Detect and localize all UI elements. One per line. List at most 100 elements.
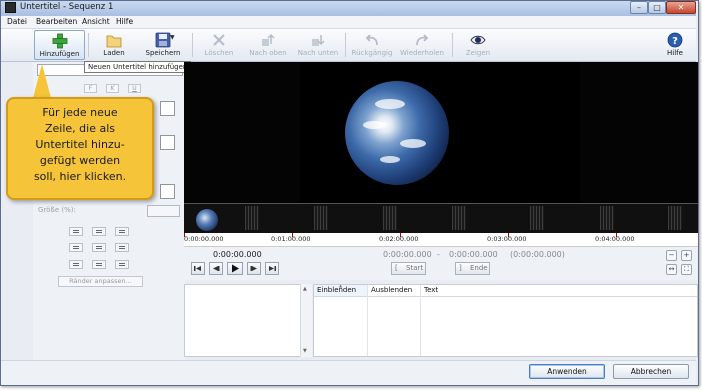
arrow-up-icon	[260, 32, 276, 48]
fit-screen-icon[interactable]: ⛶	[681, 264, 692, 275]
start-time: 0:00:00.000	[383, 250, 432, 259]
step-forward-button[interactable]	[247, 262, 261, 275]
eye-icon	[470, 32, 486, 48]
film-frame	[383, 206, 397, 230]
italic-button[interactable]: K	[106, 84, 119, 93]
apply-button[interactable]: Anwenden	[529, 364, 605, 379]
list-scrollbar[interactable]: ▲ ▼	[300, 284, 312, 357]
text-color-swatch[interactable]	[160, 101, 175, 116]
save-button[interactable]: Speichern	[140, 30, 186, 60]
menu-ansicht[interactable]: Ansicht	[82, 17, 110, 26]
step-back-icon	[213, 266, 220, 271]
move-up-button[interactable]: Nach oben	[246, 30, 290, 60]
column-header-text[interactable]: Text	[421, 285, 697, 297]
folder-icon	[106, 32, 122, 48]
window-title: Untertitel - Sequenz 1	[20, 2, 114, 12]
film-frame	[600, 206, 614, 230]
toolbar-separator	[192, 33, 193, 57]
toolbar-separator	[452, 33, 453, 57]
menu-datei[interactable]: Datei	[7, 17, 27, 26]
align-middle-right-button[interactable]	[115, 243, 129, 252]
subtitle-preview-list[interactable]	[184, 284, 312, 357]
plus-icon	[52, 33, 68, 49]
fit-width-icon[interactable]: ↔	[666, 264, 677, 275]
ruler-label: 0:00:00.000	[184, 235, 224, 243]
skip-to-end-button[interactable]	[265, 262, 279, 275]
earth-image	[345, 81, 449, 185]
thumbnail-earth	[196, 209, 218, 231]
skip-start-icon	[194, 266, 201, 271]
minimize-button[interactable]: –	[630, 1, 648, 14]
fit-margins-button[interactable]: Ränder anpassen...	[58, 276, 143, 287]
help-button[interactable]: ? Hilfe	[660, 30, 690, 60]
align-bottom-right-button[interactable]	[115, 260, 129, 269]
scroll-down-icon[interactable]: ▼	[303, 348, 307, 354]
set-start-button[interactable]: [ Start	[391, 262, 426, 275]
delete-button[interactable]: Löschen	[198, 30, 240, 60]
sort-arrow-icon: ▲	[339, 283, 343, 288]
film-frame	[245, 206, 259, 230]
load-button[interactable]: Laden	[94, 30, 134, 60]
align-top-right-button[interactable]	[115, 227, 129, 236]
undo-button[interactable]: Rückgängig	[349, 30, 395, 60]
align-top-center-button[interactable]	[92, 227, 106, 236]
menu-bearbeiten[interactable]: Bearbeiten	[36, 17, 77, 26]
save-dropdown-arrow-icon[interactable]: ▼	[170, 34, 175, 41]
film-frame	[452, 206, 466, 230]
ruler-label: 0:01:00.000	[271, 235, 311, 243]
svg-text:?: ?	[672, 36, 678, 47]
toolbar-separator	[88, 33, 89, 57]
redo-button[interactable]: Wiederholen	[398, 30, 446, 60]
film-frame	[530, 206, 544, 230]
film-frame	[668, 206, 682, 230]
add-tooltip: Neuen Untertitel hinzufügen	[84, 61, 191, 73]
start-marker-icon: [	[395, 264, 398, 272]
current-time: 0:00:00.000	[213, 250, 262, 259]
bold-button[interactable]: F	[84, 84, 97, 93]
zoom-out-icon[interactable]: −	[666, 250, 677, 261]
border-color-swatch[interactable]	[160, 184, 175, 199]
skip-end-icon	[269, 266, 276, 271]
scroll-up-icon[interactable]: ▲	[303, 286, 307, 292]
help-icon: ?	[667, 32, 683, 48]
timeline-filmstrip[interactable]	[184, 203, 698, 234]
underline-button[interactable]: U	[128, 84, 141, 93]
ruler-label: 0:04:00.000	[595, 235, 635, 243]
floppy-disk-icon	[155, 32, 171, 48]
skip-to-start-button[interactable]	[191, 262, 205, 275]
menu-hilfe[interactable]: Hilfe	[116, 17, 133, 26]
duration: (0:00:00.000)	[510, 250, 565, 259]
app-icon	[5, 2, 16, 13]
toolbar-separator	[345, 33, 346, 57]
film-frame	[314, 206, 328, 230]
align-bottom-left-button[interactable]	[69, 260, 83, 269]
move-down-button[interactable]: Nach unten	[295, 30, 341, 60]
undo-icon	[364, 32, 380, 48]
align-bottom-center-button[interactable]	[92, 260, 106, 269]
align-middle-center-button[interactable]	[92, 243, 106, 252]
size-spinner[interactable]	[147, 205, 180, 217]
cancel-button[interactable]: Abbrechen	[613, 364, 689, 379]
size-label: Größe (%):	[38, 206, 76, 214]
arrow-down-icon	[310, 32, 326, 48]
add-button[interactable]: Hinzufügen	[34, 30, 85, 60]
align-top-left-button[interactable]	[69, 227, 83, 236]
delete-x-icon	[211, 32, 227, 48]
show-button[interactable]: Zeigen	[458, 30, 498, 60]
close-window-button[interactable]: ✕	[666, 1, 696, 14]
maximize-button[interactable]: □	[648, 1, 666, 14]
end-time: 0:00:00.000	[449, 250, 498, 259]
step-forward-icon	[250, 266, 257, 271]
zoom-in-icon[interactable]: +	[681, 250, 692, 261]
step-back-button[interactable]	[209, 262, 223, 275]
column-header-fade-out[interactable]: Ausblenden	[368, 285, 420, 297]
play-icon	[232, 264, 239, 273]
background-color-swatch[interactable]	[160, 135, 175, 150]
ruler-label: 0:03:00.000	[487, 235, 527, 243]
redo-icon	[414, 32, 430, 48]
ruler-label: 0:02:00.000	[379, 235, 419, 243]
play-button[interactable]	[227, 262, 243, 275]
align-middle-left-button[interactable]	[69, 243, 83, 252]
callout-pointer	[33, 64, 51, 98]
set-end-button[interactable]: ] Ende	[455, 262, 490, 275]
